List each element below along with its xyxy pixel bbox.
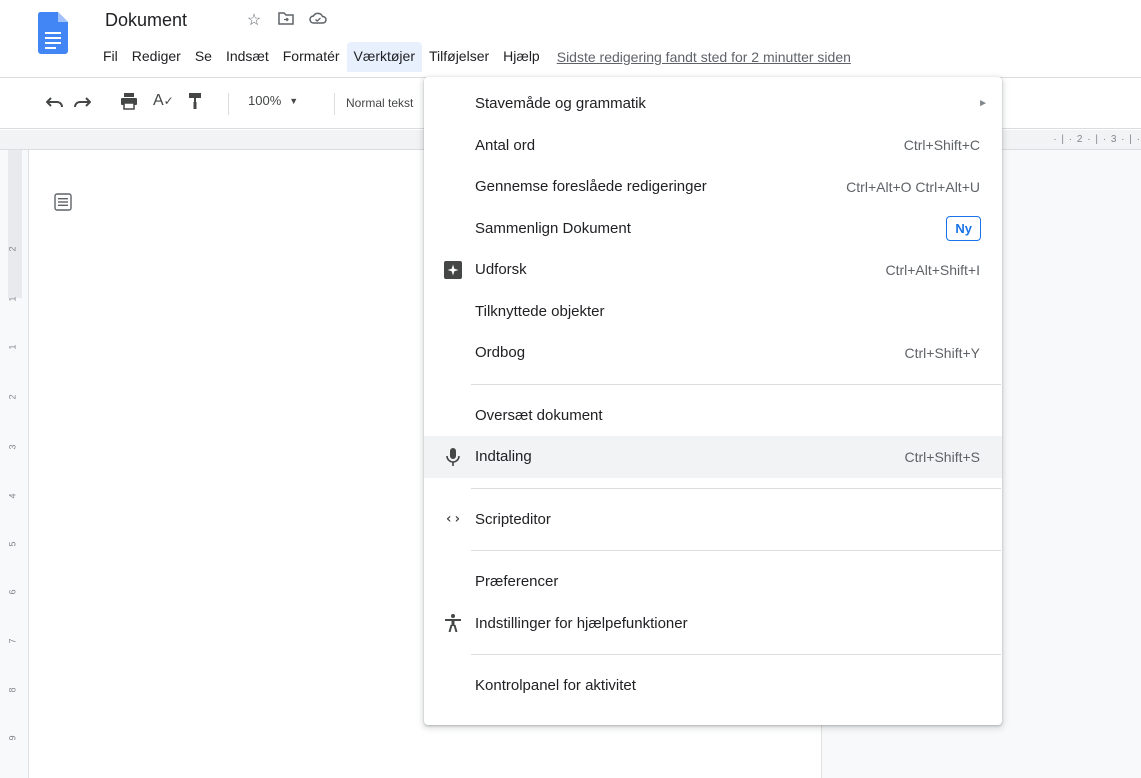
menu-separator [471, 550, 1001, 551]
menu-item-shortcut: Ctrl+Alt+Shift+I [885, 261, 980, 278]
print-icon[interactable] [120, 92, 138, 115]
document-title[interactable]: Dokument [105, 10, 187, 31]
ruler-number: 1 [7, 296, 18, 302]
redo-icon[interactable] [73, 95, 92, 113]
explore-icon [442, 259, 464, 281]
tools-menu: Stavemåde og grammatik ► Antal ord Ctrl+… [424, 77, 1002, 725]
menu-item-label: Udforsk [475, 261, 527, 279]
menu-item-shortcut: Ctrl+Shift+Y [904, 344, 980, 361]
menu-item-preferences[interactable]: Præferencer [424, 561, 1002, 603]
menu-item-label: Stavemåde og grammatik [475, 95, 646, 113]
toolbar-separator [228, 93, 229, 115]
menu-item-label: Indtaling [475, 448, 532, 466]
spellcheck-icon[interactable]: A✓ [153, 92, 174, 110]
accessibility-icon [442, 612, 464, 634]
zoom-select[interactable]: 100% ▼ [248, 93, 298, 108]
menu-item-label: Ordbog [475, 344, 526, 362]
menu-separator [471, 487, 1001, 489]
vertical-ruler[interactable]: 2 1 1 2 3 4 5 6 7 8 9 [0, 150, 22, 778]
ruler-number: 3 [7, 444, 18, 450]
menu-item-word-count[interactable]: Antal ord Ctrl+Shift+C [424, 125, 1002, 167]
menu-item-activity-dashboard[interactable]: Kontrolpanel for aktivitet [424, 665, 1002, 707]
menu-item-label: Oversæt dokument [475, 406, 603, 424]
menu-item-voice-typing[interactable]: Indtaling Ctrl+Shift+S [424, 436, 1002, 478]
menu-item-dictionary[interactable]: Ordbog Ctrl+Shift+Y [424, 332, 1002, 374]
menu-item-compare-documents[interactable]: Sammenlign Dokument Ny [424, 208, 1002, 250]
paragraph-style-select[interactable]: Normal tekst [346, 96, 426, 110]
menu-item-label: Indstillinger for hjælpefunktioner [475, 614, 688, 632]
ruler-number: 8 [7, 687, 18, 693]
ruler-number: 6 [7, 589, 18, 595]
menu-item-explore[interactable]: Udforsk Ctrl+Alt+Shift+I [424, 249, 1002, 291]
document-outline-icon[interactable] [53, 192, 73, 212]
menu-addons[interactable]: Tilføjelser [422, 42, 496, 72]
menu-item-label: Sammenlign Dokument [475, 219, 631, 237]
undo-icon[interactable] [45, 95, 64, 113]
menu-item-label: Scripteditor [475, 510, 551, 528]
chevron-down-icon: ▼ [289, 95, 299, 106]
menu-item-linked-objects[interactable]: Tilknyttede objekter [424, 291, 1002, 333]
menu-tools[interactable]: Værktøjer [346, 42, 422, 72]
cloud-saved-icon[interactable] [309, 11, 327, 30]
menu-file[interactable]: Fil [96, 42, 125, 72]
menu-edit[interactable]: Rediger [125, 42, 188, 72]
menu-item-spelling-grammar[interactable]: Stavemåde og grammatik ► [424, 83, 1002, 125]
title-icons: ☆ [245, 10, 327, 30]
paint-format-icon[interactable] [188, 92, 202, 115]
submenu-arrow-icon: ► [978, 98, 988, 110]
ruler-number: 2 [7, 394, 18, 400]
menu-help[interactable]: Hjælp [496, 42, 547, 72]
microphone-icon [442, 446, 464, 468]
menu-format[interactable]: Formatér [276, 42, 347, 72]
ruler-number: 4 [7, 493, 18, 499]
menu-separator [471, 654, 1001, 655]
app-header: Dokument ☆ Fil Rediger Se Indsæt Formaté… [0, 0, 1141, 78]
menu-item-label: Gennemse foreslåede redigeringer [475, 178, 707, 196]
star-icon[interactable]: ☆ [245, 10, 263, 30]
menu-item-translate-document[interactable]: Oversæt dokument [424, 395, 1002, 437]
menu-item-shortcut: Ctrl+Shift+C [903, 137, 980, 154]
ruler-number: 2 [7, 246, 18, 252]
zoom-value: 100% [248, 93, 282, 108]
menu-item-shortcut: Ctrl+Shift+S [904, 448, 980, 465]
docs-logo-icon[interactable] [38, 12, 68, 54]
last-edit-link[interactable]: Sidste redigering fandt sted for 2 minut… [557, 49, 851, 65]
ruler-number: 7 [7, 638, 18, 644]
menu-item-shortcut: Ctrl+Alt+O Ctrl+Alt+U [846, 178, 980, 195]
toolbar-separator [334, 93, 335, 115]
menu-separator [471, 383, 1001, 385]
ruler-number: 5 [7, 541, 18, 547]
menu-item-label: Præferencer [475, 573, 559, 591]
menu-view[interactable]: Se [188, 42, 219, 72]
menu-item-accessibility-settings[interactable]: Indstillinger for hjælpefunktioner [424, 603, 1002, 645]
new-badge: Ny [946, 215, 981, 241]
menu-bar: Fil Rediger Se Indsæt Formatér Værktøjer… [96, 42, 851, 72]
menu-item-label: Antal ord [475, 136, 536, 154]
menu-item-label: Tilknyttede objekter [475, 302, 605, 320]
ruler-number: 9 [7, 735, 18, 741]
ruler-margin-shade [8, 150, 22, 298]
move-to-folder-icon[interactable] [277, 11, 295, 30]
menu-item-review-suggested-edits[interactable]: Gennemse foreslåede redigeringer Ctrl+Al… [424, 166, 1002, 208]
code-icon: ‹› [444, 511, 462, 528]
ruler-marks: · | · 2 · | · 3 · | · [1053, 134, 1141, 145]
menu-insert[interactable]: Indsæt [219, 42, 276, 72]
ruler-number: 1 [7, 344, 18, 350]
menu-item-label: Kontrolpanel for aktivitet [475, 677, 636, 695]
menu-item-script-editor[interactable]: ‹› Scripteditor [424, 499, 1002, 541]
